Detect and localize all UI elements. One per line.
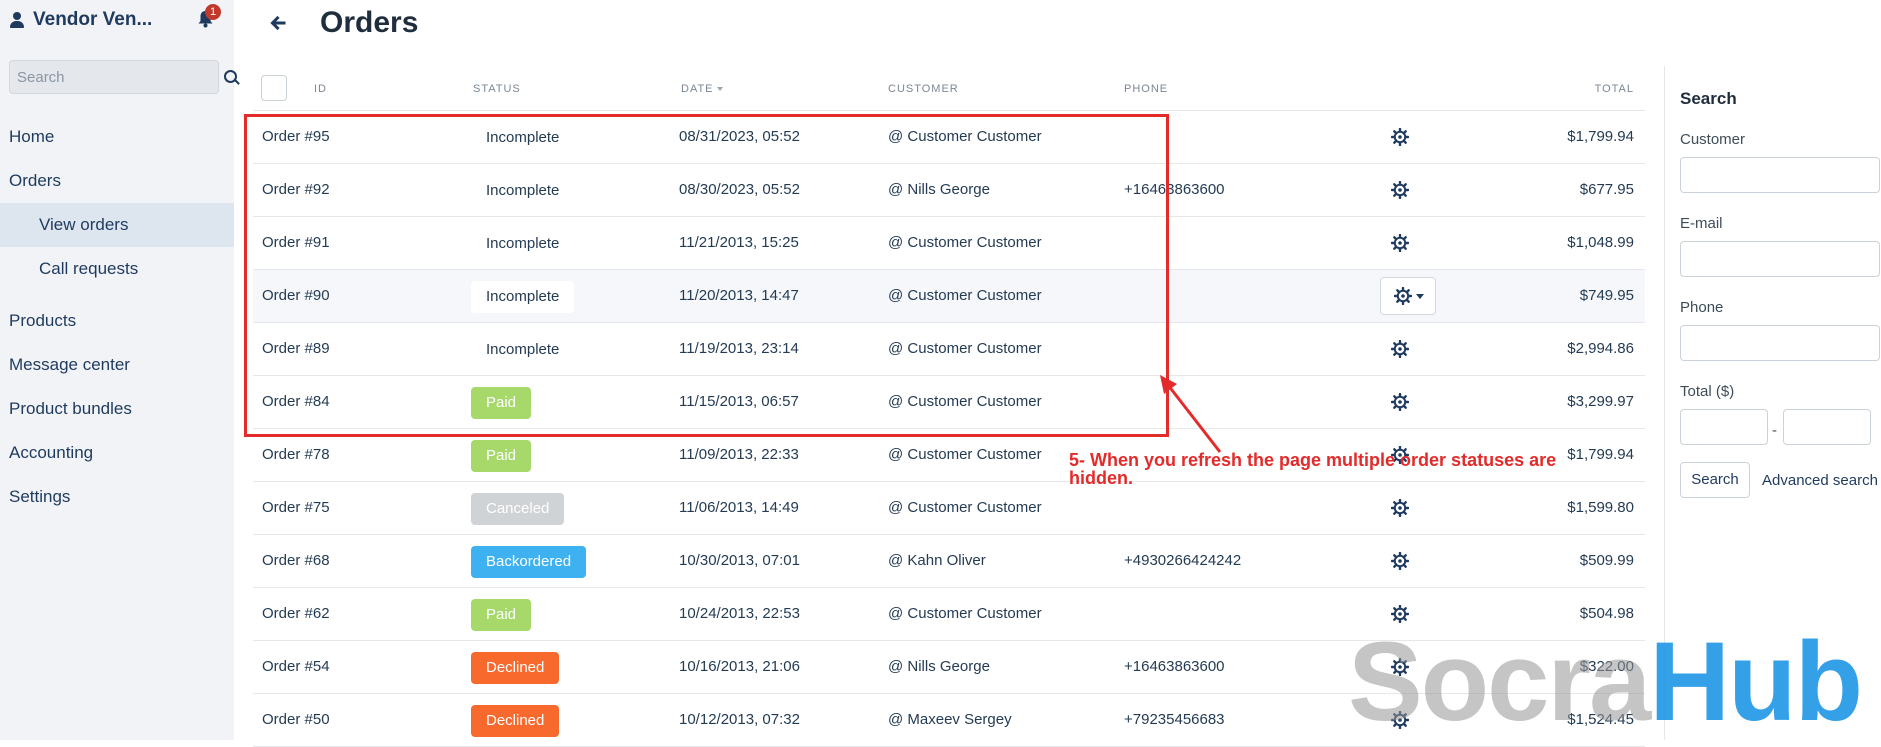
- customer-link[interactable]: @ Kahn Oliver: [888, 552, 986, 569]
- column-header-total[interactable]: TOTAL: [1595, 83, 1634, 95]
- phone-field[interactable]: [1680, 325, 1880, 361]
- sidebar-item-call-requests[interactable]: Call requests: [0, 247, 234, 291]
- column-header-phone[interactable]: PHONE: [1124, 83, 1168, 95]
- order-total: $2,994.86: [1567, 340, 1634, 357]
- sidebar-item-orders[interactable]: Orders: [0, 159, 234, 203]
- sidebar-search: [9, 60, 237, 94]
- sort-caret-icon: [716, 87, 723, 92]
- gear-icon[interactable]: [1390, 498, 1410, 518]
- total-label: Total ($): [1680, 383, 1735, 400]
- gear-icon[interactable]: [1390, 233, 1410, 253]
- order-id-link[interactable]: Order #68: [262, 552, 330, 569]
- sidebar-item-settings[interactable]: Settings: [0, 475, 234, 519]
- search-panel-title: Search: [1680, 89, 1737, 108]
- customer-link[interactable]: @ Customer Customer: [888, 446, 1042, 463]
- vendor-name: Vendor Ven...: [33, 9, 153, 30]
- status-badge[interactable]: Declined: [471, 705, 560, 737]
- total-range-separator: -: [1772, 422, 1777, 439]
- order-date: 11/06/2013, 14:49: [679, 499, 799, 516]
- gear-icon[interactable]: [1390, 339, 1410, 359]
- search-button[interactable]: Search: [1680, 462, 1750, 498]
- customer-phone: +79235456683: [1124, 711, 1225, 728]
- sidebar-item-home[interactable]: Home: [0, 115, 234, 159]
- column-header-customer[interactable]: CUSTOMER: [888, 83, 959, 95]
- vendor-menu[interactable]: Vendor Ven...: [10, 8, 220, 32]
- caret-down-icon: [1416, 294, 1424, 299]
- column-header-status[interactable]: STATUS: [473, 83, 521, 95]
- watermark-logo: SocraHub: [1348, 619, 1863, 744]
- search-input[interactable]: [10, 68, 216, 86]
- search-icon[interactable]: [216, 62, 237, 92]
- order-total: $749.95: [1579, 287, 1634, 304]
- select-all-checkbox[interactable]: [261, 75, 287, 101]
- status-badge[interactable]: Paid: [471, 440, 532, 472]
- gear-icon: [1393, 286, 1413, 306]
- annotation-arrow: [1160, 375, 1222, 453]
- order-total: $509.99: [1579, 552, 1634, 569]
- sidebar-item-view-orders[interactable]: View orders: [0, 203, 234, 247]
- customer-link[interactable]: @ Customer Customer: [888, 605, 1042, 622]
- order-total: $677.95: [1579, 181, 1634, 198]
- order-total: $1,799.94: [1567, 128, 1634, 145]
- order-total: $3,299.97: [1567, 393, 1634, 410]
- page-title: Orders: [320, 6, 419, 39]
- sidebar-item-accounting[interactable]: Accounting: [0, 431, 234, 475]
- sidebar-item-products[interactable]: Products: [0, 299, 234, 343]
- order-id-link[interactable]: Order #54: [262, 658, 330, 675]
- notifications-button[interactable]: 1: [197, 4, 221, 30]
- customer-link[interactable]: @ Nills George: [888, 658, 990, 675]
- total-max-field[interactable]: [1783, 409, 1871, 445]
- column-header-id[interactable]: ID: [314, 83, 327, 95]
- table-header: ID STATUS DATE CUSTOMER PHONE TOTAL: [253, 70, 1645, 111]
- email-field[interactable]: [1680, 241, 1880, 277]
- sidebar-item-message-center[interactable]: Message center: [0, 343, 234, 387]
- total-min-field[interactable]: [1680, 409, 1768, 445]
- order-total: $1,799.94: [1567, 446, 1634, 463]
- customer-link[interactable]: @ Maxeev Sergey: [888, 711, 1012, 728]
- order-id-link[interactable]: Order #50: [262, 711, 330, 728]
- sidebar: Vendor Ven... 1 HomeOrdersView ordersCal…: [0, 0, 237, 740]
- annotation-text: 5- When you refresh the page multiple or…: [1069, 450, 1557, 488]
- phone-label: Phone: [1680, 299, 1724, 316]
- gear-icon[interactable]: [1390, 551, 1410, 571]
- advanced-search-link[interactable]: Advanced search: [1762, 472, 1878, 489]
- customer-phone: +16463863600: [1124, 658, 1225, 675]
- gear-icon[interactable]: [1390, 392, 1410, 412]
- highlight-box: [244, 114, 1169, 437]
- status-badge[interactable]: Canceled: [471, 493, 565, 525]
- status-badge[interactable]: Backordered: [471, 546, 587, 578]
- order-date: 10/16/2013, 21:06: [679, 658, 800, 675]
- status-badge[interactable]: Paid: [471, 599, 532, 631]
- customer-label: Customer: [1680, 131, 1746, 148]
- gear-icon[interactable]: [1390, 180, 1410, 200]
- order-date: 10/12/2013, 07:32: [679, 711, 800, 728]
- date-header-label: DATE: [681, 83, 714, 95]
- row-actions-dropdown[interactable]: [1380, 277, 1436, 315]
- order-id-link[interactable]: Order #75: [262, 499, 330, 516]
- order-date: 10/24/2013, 22:53: [679, 605, 800, 622]
- back-arrow-icon[interactable]: [268, 13, 288, 33]
- status-badge[interactable]: Declined: [471, 652, 560, 684]
- customer-link[interactable]: @ Customer Customer: [888, 499, 1042, 516]
- order-date: 10/30/2013, 07:01: [679, 552, 800, 569]
- order-id-link[interactable]: Order #78: [262, 446, 330, 463]
- user-icon: [10, 12, 24, 28]
- table-row[interactable]: Order #68 Backordered 10/30/2013, 07:01 @ K…: [253, 535, 1645, 588]
- order-id-link[interactable]: Order #62: [262, 605, 330, 622]
- order-date: 11/09/2013, 22:33: [679, 446, 799, 463]
- table-row[interactable]: Order #75 Canceled 11/06/2013, 14:49 @ Cust…: [253, 482, 1645, 535]
- order-total: $1,048.99: [1567, 234, 1634, 251]
- customer-field[interactable]: [1680, 157, 1880, 193]
- sidebar-item-product-bundles[interactable]: Product bundles: [0, 387, 234, 431]
- column-header-date[interactable]: DATE: [681, 83, 723, 95]
- customer-phone: +4930266424242: [1124, 552, 1242, 569]
- order-total: $1,599.80: [1567, 499, 1634, 516]
- email-label: E-mail: [1680, 215, 1723, 232]
- gear-icon[interactable]: [1390, 127, 1410, 147]
- notification-badge: 1: [205, 4, 221, 20]
